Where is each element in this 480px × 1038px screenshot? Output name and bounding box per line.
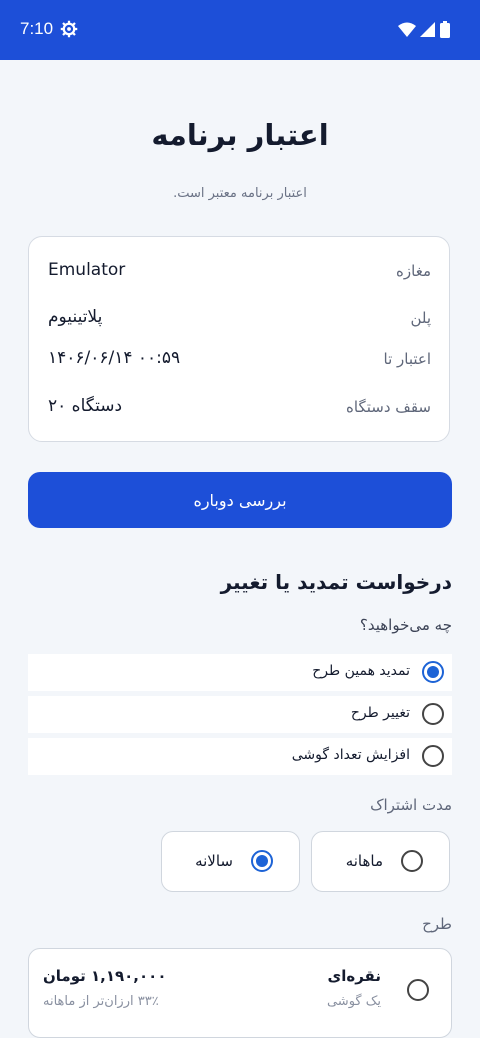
info-label: مغازه [396,262,431,280]
status-time: 7:10 [20,19,54,38]
info-label: سقف دستگاه [346,398,431,416]
plan-device-count: یک گوشی [326,994,381,1009]
option-change-plan[interactable]: تغییر طرح [28,696,452,733]
info-value: Emulator [48,260,126,280]
duration-monthly-label: ماهانه [345,852,383,870]
option-renew[interactable]: تمدید همین طرح [28,654,452,691]
radio-unchecked-icon[interactable] [422,703,444,725]
request-section-title: درخواست تمدید یا تغییر [220,570,452,594]
battery-icon [440,21,450,38]
radio-unchecked-icon[interactable] [407,979,429,1001]
status-icons [398,21,450,38]
page-subtitle: اعتبار برنامه معتبر است. [173,186,307,201]
radio-unchecked-icon[interactable] [401,850,423,872]
info-row-expiry: اعتبار تا ۱۴۰۶/۰۶/۱۴ ۰۰:۵۹ [29,345,449,375]
plan-section-label: طرح [422,915,452,933]
plan-card-silver[interactable]: نقره‌ای یک گوشی ۱,۱۹۰,۰۰۰ تومان ۳۳٪ ارزا… [28,948,452,1038]
radio-unchecked-icon[interactable] [422,745,444,767]
info-row-device-limit: سقف دستگاه ۲۰ دستگاه [29,393,449,423]
signal-icon [420,21,435,37]
gear-icon [60,20,78,38]
request-question: چه می‌خواهید؟ [359,616,452,634]
duration-label: مدت اشتراک [370,796,452,814]
duration-yearly-label: سالانه [195,852,233,870]
plan-name: نقره‌ای [327,967,381,985]
option-label: تغییر طرح [350,705,410,721]
info-value: ۲۰ دستگاه [48,396,123,416]
recheck-button[interactable]: بررسی دوباره [28,472,452,528]
info-value: پلاتینیوم [48,307,103,327]
radio-checked-icon[interactable] [422,661,444,683]
info-label: اعتبار تا [383,350,432,368]
wifi-icon [398,22,416,37]
option-label: تمدید همین طرح [312,663,410,679]
info-card: مغازه Emulator پلن پلاتینیوم اعتبار تا ۱… [28,236,450,442]
page-title: اعتبار برنامه [151,118,329,152]
option-add-devices[interactable]: افزایش تعداد گوشی [28,738,452,775]
radio-checked-icon[interactable] [251,850,273,872]
status-bar: 7:10 [0,0,480,60]
plan-saving: ۳۳٪ ارزان‌تر از ماهانه [43,994,159,1009]
info-label: پلن [410,309,431,327]
info-row-shop: مغازه Emulator [29,257,449,287]
plan-price: ۱,۱۹۰,۰۰۰ تومان [43,967,167,985]
duration-monthly[interactable]: ماهانه [311,831,450,892]
option-label: افزایش تعداد گوشی [291,747,410,763]
info-row-plan: پلن پلاتینیوم [29,304,449,334]
info-value: ۱۴۰۶/۰۶/۱۴ ۰۰:۵۹ [48,348,181,368]
duration-yearly[interactable]: سالانه [161,831,300,892]
